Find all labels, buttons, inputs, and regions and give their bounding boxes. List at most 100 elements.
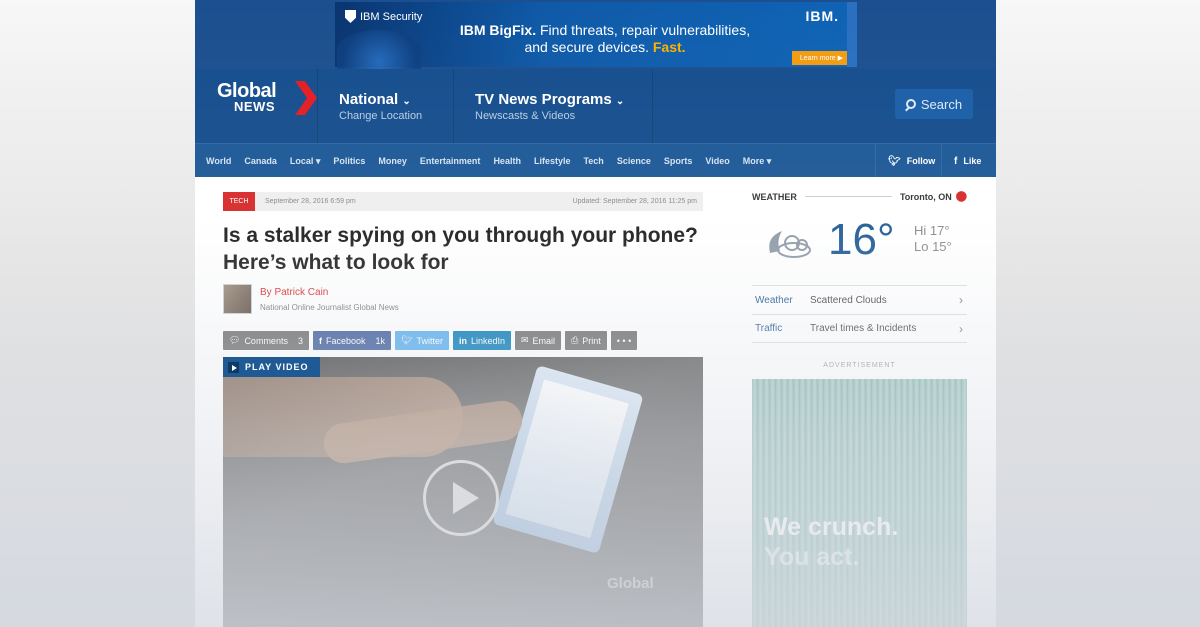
advertisement-label: ADVERTISEMENT — [823, 362, 896, 369]
traffic-row-key: Traffic — [755, 323, 783, 334]
email-share-button[interactable]: ✉ Email — [515, 331, 562, 350]
share-bar: 💬︎ Comments 3 f Facebook 1k 🐦︎ Twitter i… — [223, 331, 638, 350]
author-avatar[interactable] — [223, 284, 252, 314]
traffic-row[interactable]: Traffic Travel times & Incidents › — [752, 314, 967, 343]
sidebar-ad-line2: You act. — [764, 543, 860, 571]
printer-icon: ⎙ — [571, 335, 579, 345]
twitter-follow-button[interactable]: 🐦︎ Follow — [875, 144, 941, 178]
ad-globe-graphic — [337, 30, 421, 70]
print-label: Print — [582, 335, 601, 346]
more-share-button[interactable]: • • • — [610, 331, 638, 350]
weather-row-key: Weather — [755, 294, 793, 306]
content-area: TECH September 28, 2016 6:59 pm Updated:… — [195, 177, 996, 627]
section-nav-item-lifestyle[interactable]: Lifestyle — [534, 156, 571, 166]
adchoices-icon[interactable] — [847, 2, 857, 67]
main-header: Global NEWS National ⌄ Change Location T… — [195, 69, 996, 143]
top-ad-banner[interactable]: IBM Security IBM BigFix. Find threats, r… — [335, 2, 857, 70]
temperature-hi-lo: Hi 17° Lo 15° — [914, 223, 952, 255]
temperature-high: Hi 17° — [914, 223, 950, 238]
nav-tv-subtitle: Newscasts & Videos — [475, 110, 576, 122]
chevron-right-icon: › — [959, 321, 963, 336]
temperature-low: Lo 15° — [914, 239, 952, 254]
article-headline: Is a stalker spying on you through your … — [223, 224, 698, 274]
logo-chevron-icon — [295, 81, 317, 115]
twitter-share-label: Twitter — [416, 335, 443, 346]
section-nav-item-video[interactable]: Video — [705, 156, 729, 166]
comment-bubble-icon: 💬︎ — [229, 335, 241, 345]
chevron-down-icon: ⌄ — [615, 96, 625, 107]
author-role: National Online Journalist Global News — [260, 303, 399, 312]
author-block: By Patrick Cain National Online Journali… — [223, 284, 523, 316]
location-pin-icon[interactable]: ⬤ — [956, 191, 967, 202]
category-tag[interactable]: TECH — [223, 192, 255, 211]
ibm-logo: IBM. — [805, 8, 839, 24]
ad-headline-line2: and secure devices. — [524, 39, 649, 55]
section-nav: World Canada Local ▾ Politics Money Ente… — [195, 143, 996, 178]
ad-headline-rest: Find threats, repair vulnerabilities, — [540, 22, 751, 38]
weather-label: WEATHER — [752, 191, 797, 202]
weather-row-value: Scattered Clouds — [810, 294, 887, 306]
section-nav-item-health[interactable]: Health — [493, 156, 521, 166]
email-share-label: Email — [532, 335, 556, 346]
section-nav-item-science[interactable]: Science — [617, 156, 651, 166]
ad-brand: IBM Security — [345, 10, 422, 23]
facebook-like-button[interactable]: f Like — [941, 144, 996, 178]
chevron-right-icon: › — [959, 293, 963, 307]
section-nav-items: World Canada Local ▾ Politics Money Ente… — [206, 144, 771, 178]
page-frame: IBM Security IBM BigFix. Find threats, r… — [195, 0, 996, 627]
weather-conditions-row[interactable]: Weather Scattered Clouds › — [752, 285, 967, 314]
section-nav-item-money[interactable]: Money — [378, 156, 407, 166]
print-button[interactable]: ⎙ Print — [565, 331, 607, 350]
search-button[interactable]: Search — [895, 89, 973, 119]
video-player[interactable]: Global — [223, 357, 703, 627]
section-nav-item-sports[interactable]: Sports — [664, 156, 693, 166]
author-name[interactable]: By Patrick Cain — [260, 287, 328, 298]
section-nav-item-entertainment[interactable]: Entertainment — [420, 156, 481, 166]
play-video-label: PLAY VIDEO — [245, 362, 309, 372]
updated-date: Updated: September 28, 2016 11:25 pm — [572, 198, 697, 205]
ad-headline-fast: Fast. — [652, 39, 686, 55]
sidebar-ad[interactable]: We crunch. You act. — [752, 379, 967, 627]
linkedin-share-button[interactable]: in LinkedIn — [452, 331, 511, 350]
facebook-share-button[interactable]: f Facebook 1k — [312, 331, 392, 350]
sidebar-ad-line1: We crunch. — [764, 513, 899, 541]
comments-button[interactable]: 💬︎ Comments 3 — [223, 331, 309, 350]
section-nav-item-more[interactable]: More ▾ — [743, 156, 772, 167]
facebook-f-icon: f — [954, 155, 958, 167]
section-nav-item-politics[interactable]: Politics — [333, 156, 365, 166]
nav-tv-title: TV News Programs — [475, 91, 612, 108]
twitter-share-button[interactable]: 🐦︎ Twitter — [395, 331, 449, 350]
like-label: Like — [963, 156, 982, 166]
published-date: September 28, 2016 6:59 pm — [265, 198, 356, 205]
logo-global-text: Global — [217, 80, 277, 102]
comments-count: 3 — [297, 335, 303, 346]
video-watermark-logo: Global — [607, 575, 654, 592]
ad-headline-bold: IBM BigFix. — [459, 22, 537, 38]
weather-widget: WEATHER Toronto, ON ⬤ 16° Hi 17° Lo 15° … — [752, 191, 967, 343]
section-nav-item-world[interactable]: World — [206, 156, 231, 166]
section-nav-item-canada[interactable]: Canada — [244, 156, 277, 166]
facebook-share-count: 1k — [375, 335, 386, 346]
ad-learn-more-button[interactable]: Learn more ▶ — [791, 51, 851, 65]
play-video-badge[interactable]: PLAY VIDEO — [223, 357, 320, 377]
logo-news-text: NEWS — [234, 99, 275, 114]
comments-label: Comments — [244, 335, 288, 346]
nav-national[interactable]: National ⌄ Change Location — [317, 69, 453, 143]
chevron-down-icon: ⌄ — [402, 96, 411, 107]
weather-location[interactable]: Toronto, ON — [900, 192, 952, 202]
twitter-bird-icon: 🐦︎ — [888, 155, 901, 167]
envelope-icon: ✉ — [521, 335, 529, 345]
global-news-logo[interactable]: Global NEWS — [217, 80, 317, 115]
search-label: Search — [920, 96, 963, 112]
linkedin-share-label: LinkedIn — [470, 335, 505, 346]
facebook-f-icon: f — [318, 335, 322, 346]
article-meta-bar: TECH September 28, 2016 6:59 pm Updated:… — [223, 192, 703, 211]
section-nav-item-tech[interactable]: Tech — [583, 156, 603, 166]
section-nav-item-local[interactable]: Local ▾ — [290, 156, 321, 167]
search-icon — [905, 99, 916, 109]
traffic-row-value: Travel times & Incidents — [810, 323, 917, 334]
top-ad-bar: IBM Security IBM BigFix. Find threats, r… — [195, 0, 996, 70]
twitter-bird-icon: 🐦︎ — [401, 335, 413, 345]
play-icon[interactable] — [423, 460, 499, 536]
nav-tv-news-programs[interactable]: TV News Programs ⌄ Newscasts & Videos — [453, 69, 653, 143]
